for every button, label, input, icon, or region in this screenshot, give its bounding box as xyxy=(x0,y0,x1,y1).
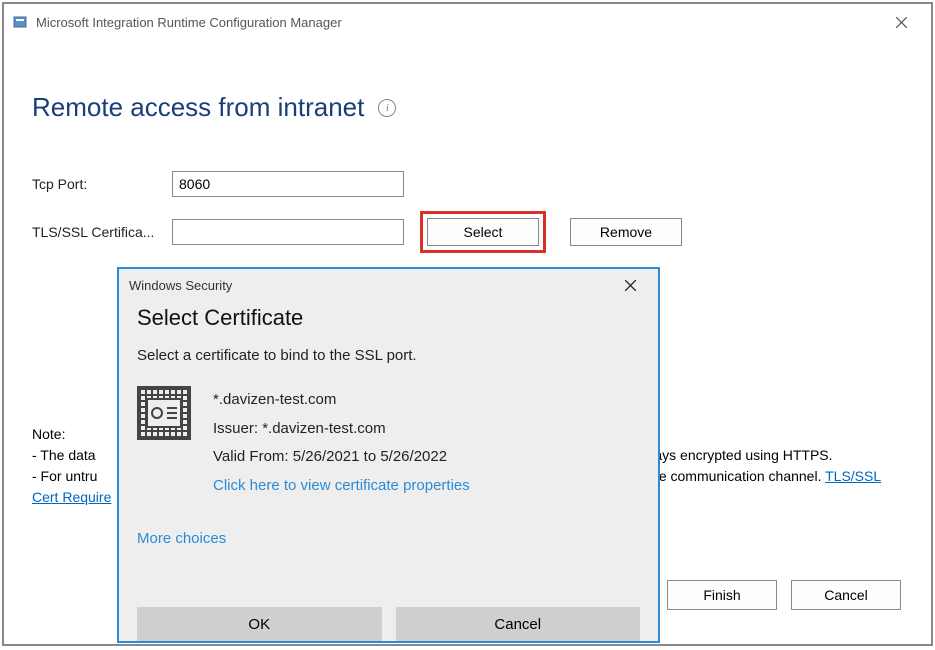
security-dialog-instruction: Select a certificate to bind to the SSL … xyxy=(137,347,640,364)
more-choices-link[interactable]: More choices xyxy=(137,530,640,547)
cert-input[interactable] xyxy=(172,219,404,245)
windows-security-dialog: Windows Security Select Certificate Sele… xyxy=(117,267,660,643)
close-icon xyxy=(625,280,636,291)
security-ok-button[interactable]: OK xyxy=(137,607,382,641)
select-button-highlight: Select xyxy=(420,211,546,253)
window-close-button[interactable] xyxy=(879,7,923,37)
security-dialog-buttons: OK Cancel xyxy=(137,607,640,641)
main-window: Microsoft Integration Runtime Configurat… xyxy=(2,2,933,646)
remove-button[interactable]: Remove xyxy=(570,218,682,246)
footer-buttons: Finish Cancel xyxy=(667,580,901,610)
finish-button[interactable]: Finish xyxy=(667,580,777,610)
close-icon xyxy=(896,17,907,28)
page-heading: Remote access from intranet i xyxy=(32,92,903,123)
security-dialog-close-button[interactable] xyxy=(612,273,648,297)
certificate-validity: Valid From: 5/26/2021 to 5/26/2022 xyxy=(213,443,470,472)
tcp-port-input[interactable] xyxy=(172,171,404,197)
security-dialog-body: Select Certificate Select a certificate … xyxy=(119,301,658,547)
view-certificate-properties-link[interactable]: Click here to view certificate propertie… xyxy=(213,472,470,501)
cancel-button[interactable]: Cancel xyxy=(791,580,901,610)
certificate-details: *.davizen-test.com Issuer: *.davizen-tes… xyxy=(213,386,470,500)
tcp-port-row: Tcp Port: xyxy=(32,171,903,197)
tcp-port-label: Tcp Port: xyxy=(32,176,172,192)
certificate-row[interactable]: *.davizen-test.com Issuer: *.davizen-tes… xyxy=(137,386,640,500)
titlebar: Microsoft Integration Runtime Configurat… xyxy=(4,4,931,40)
page-heading-text: Remote access from intranet xyxy=(32,92,364,123)
security-dialog-titlebar: Windows Security xyxy=(119,269,658,301)
certificate-name: *.davizen-test.com xyxy=(213,386,470,415)
certificate-icon xyxy=(137,386,191,440)
security-cancel-button[interactable]: Cancel xyxy=(396,607,641,641)
info-icon[interactable]: i xyxy=(378,99,396,117)
select-button[interactable]: Select xyxy=(427,218,539,246)
cert-label: TLS/SSL Certifica... xyxy=(32,224,172,240)
security-dialog-heading: Select Certificate xyxy=(137,305,640,331)
app-icon xyxy=(12,14,28,30)
security-dialog-title: Windows Security xyxy=(129,278,612,293)
cert-row: TLS/SSL Certifica... Select Remove xyxy=(32,211,903,253)
certificate-issuer: Issuer: *.davizen-test.com xyxy=(213,415,470,444)
window-title: Microsoft Integration Runtime Configurat… xyxy=(36,15,879,30)
content-area: Remote access from intranet i Tcp Port: … xyxy=(4,40,931,283)
